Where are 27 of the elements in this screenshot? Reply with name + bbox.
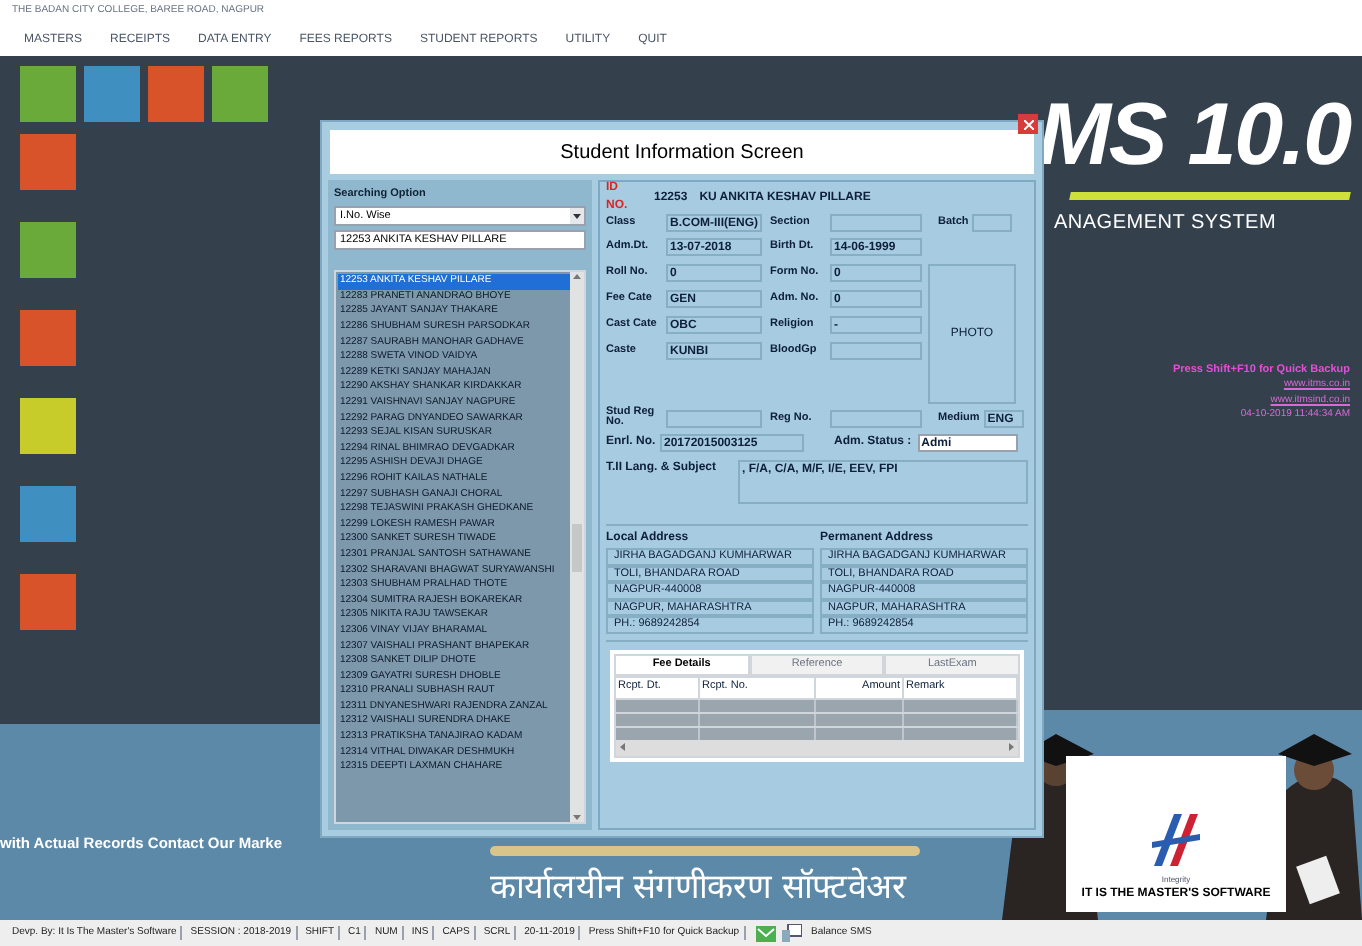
tagline: कार्यालयीन संगणीकरण सॉफ्टवेअर bbox=[490, 865, 906, 912]
tile[interactable] bbox=[20, 66, 76, 122]
tile[interactable] bbox=[20, 222, 76, 278]
product-subtitle: ANAGEMENT SYSTEM bbox=[1054, 210, 1277, 238]
tile[interactable] bbox=[148, 66, 204, 122]
field-value bbox=[830, 213, 922, 231]
tile[interactable] bbox=[20, 398, 76, 454]
close-icon bbox=[1023, 119, 1033, 129]
field-value bbox=[830, 409, 922, 427]
tile[interactable] bbox=[212, 66, 268, 122]
scroll-down-icon bbox=[572, 812, 582, 822]
tile[interactable] bbox=[20, 486, 76, 542]
field-value bbox=[666, 409, 762, 427]
tile[interactable] bbox=[20, 574, 76, 630]
computer-icon[interactable] bbox=[781, 924, 802, 942]
dropdown-icon bbox=[570, 208, 584, 225]
student-list[interactable] bbox=[334, 270, 586, 824]
field-value bbox=[972, 213, 1013, 231]
tile[interactable] bbox=[20, 310, 76, 366]
close-button[interactable] bbox=[1018, 114, 1038, 134]
dialog-title: Student Information Screen bbox=[560, 139, 804, 167]
field-value bbox=[830, 341, 922, 359]
product-title: MS 10.0 bbox=[1037, 88, 1350, 184]
scrollbar[interactable] bbox=[570, 272, 584, 822]
tile[interactable] bbox=[84, 66, 140, 122]
scroll-thumb[interactable] bbox=[572, 523, 582, 572]
tile[interactable] bbox=[20, 134, 76, 190]
